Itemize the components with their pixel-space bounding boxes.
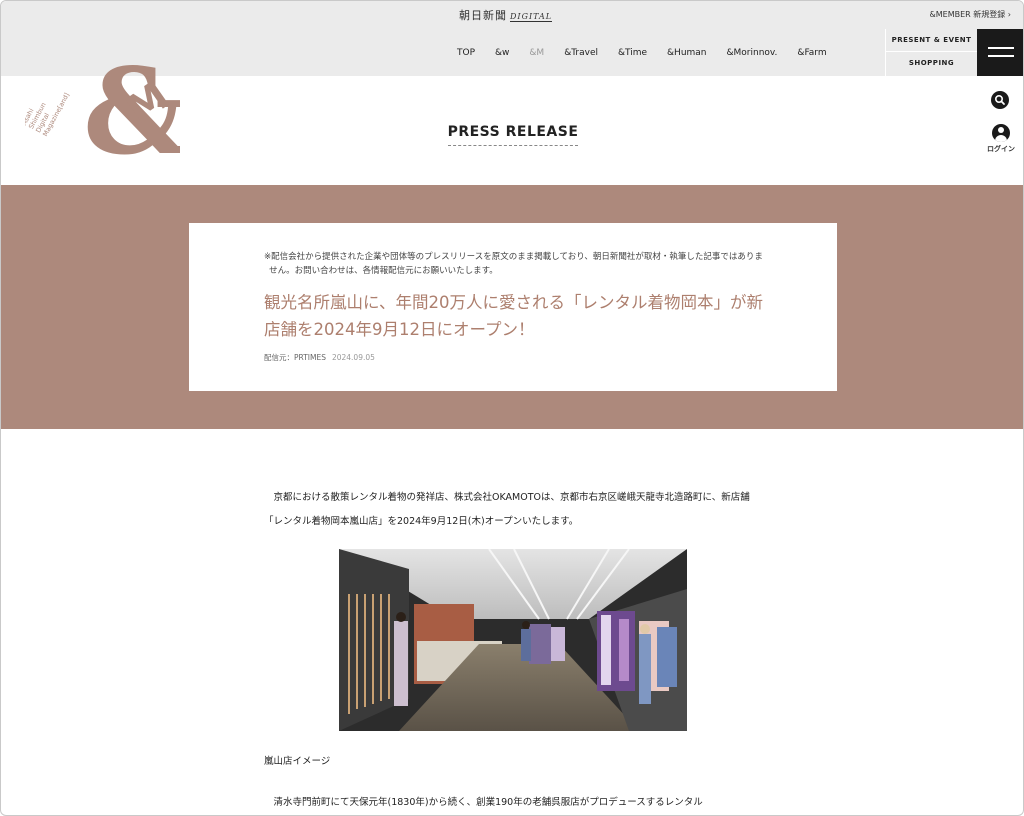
source-label: 配信元：PRTIMES xyxy=(264,353,326,362)
article-paragraph: 清水寺門前町にて天保元年(1830年)から続く、創業190年の老舗呉服店がプロデ… xyxy=(264,797,703,808)
nav-item-top[interactable]: TOP xyxy=(457,48,475,58)
nav-item-w[interactable]: &w xyxy=(495,48,509,58)
image-caption: 嵐山店イメージ xyxy=(264,756,331,767)
hero-band: ※配信会社から提供された企業や団体等のプレスリリースを原文のまま掲載しており、朝… xyxy=(1,185,1023,429)
nav-item-travel[interactable]: &Travel xyxy=(564,48,598,58)
release-headline: 観光名所嵐山に、年間20万人に愛される「レンタル着物岡本」が新店舗を2024年9… xyxy=(264,293,764,339)
nav-item-human[interactable]: &Human xyxy=(667,48,706,58)
brand-name: 朝日新聞 xyxy=(459,9,507,22)
browser-page: 朝日新聞 DIGITAL &MEMBER 新規登録 › TOP &w &M &Tr… xyxy=(0,0,1024,816)
main-nav: TOP &w &M &Travel &Time &Human &Morinnov… xyxy=(457,29,847,76)
release-date: 2024.09.05 xyxy=(331,353,375,362)
hamburger-menu-button[interactable] xyxy=(977,29,1023,76)
article-paragraph: 京都における散策レンタル着物の発祥店、株式会社OKAMOTOは、京都市右京区嵯峨… xyxy=(264,492,750,527)
store-interior-image xyxy=(339,549,687,731)
brand-sub: DIGITAL xyxy=(510,12,553,22)
page-title-wrap: PRESS RELEASE xyxy=(1,121,1023,146)
release-meta: 配信元：PRTIMES 2024.09.05 xyxy=(264,352,375,363)
release-card: ※配信会社から提供された企業や団体等のプレスリリースを原文のまま掲載しており、朝… xyxy=(189,223,837,391)
nav-item-farm[interactable]: &Farm xyxy=(797,48,826,58)
page-title: PRESS RELEASE xyxy=(447,124,579,146)
nav-item-morinnov[interactable]: &Morinnov. xyxy=(727,48,778,58)
nav-item-time[interactable]: &Time xyxy=(618,48,647,58)
present-event-link[interactable]: PRESENT & EVENT xyxy=(886,29,977,52)
and-m-logo[interactable]: & M Asahi Shimbun Digital Magazine[and] xyxy=(25,41,180,166)
menu-line xyxy=(988,55,1014,57)
menu-line xyxy=(988,47,1014,49)
asahi-digital-logo[interactable]: 朝日新聞 DIGITAL xyxy=(459,7,553,23)
disclaimer-notice: ※配信会社から提供された企業や団体等のプレスリリースを原文のまま掲載しており、朝… xyxy=(264,252,763,276)
top-bar: 朝日新聞 DIGITAL &MEMBER 新規登録 › xyxy=(1,1,1023,29)
shopping-link[interactable]: SHOPPING xyxy=(886,52,977,75)
search-glyph xyxy=(995,95,1005,105)
nav-item-m[interactable]: &M xyxy=(529,48,544,58)
nav-extra: PRESENT & EVENT SHOPPING xyxy=(885,29,977,76)
search-icon[interactable] xyxy=(991,91,1009,109)
member-signup-link[interactable]: &MEMBER 新規登録 › xyxy=(930,9,1011,20)
